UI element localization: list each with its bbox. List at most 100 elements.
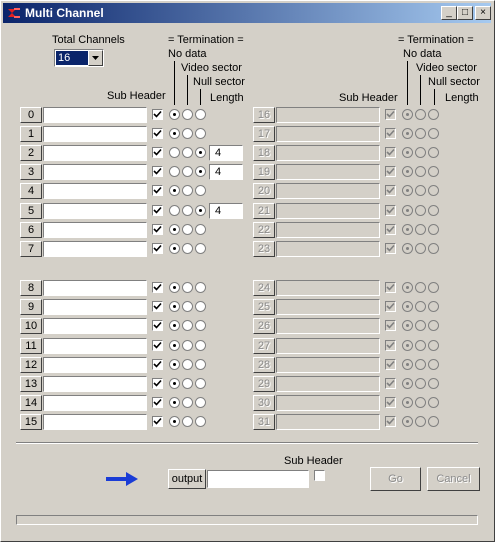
output-field[interactable] (207, 470, 309, 488)
channel-button-disabled[interactable]: 26 (253, 318, 275, 334)
channel-sub-header-field[interactable] (43, 280, 147, 296)
termination-radio[interactable] (182, 147, 193, 158)
channel-button[interactable]: 4 (20, 183, 42, 199)
termination-radio-disabled[interactable] (415, 416, 426, 427)
channel-sub-header-checkbox[interactable] (152, 128, 163, 139)
channel-sub-header-checkbox[interactable] (152, 147, 163, 158)
termination-radio[interactable] (195, 359, 206, 370)
cancel-button[interactable]: Cancel (427, 467, 480, 491)
channel-sub-header-field-disabled[interactable] (276, 357, 380, 373)
termination-radio-disabled[interactable] (402, 166, 413, 177)
termination-radio[interactable] (169, 185, 180, 196)
termination-radio[interactable] (195, 301, 206, 312)
channel-sub-header-checkbox-disabled[interactable] (385, 128, 396, 139)
termination-radio[interactable] (195, 397, 206, 408)
channel-button-disabled[interactable]: 16 (253, 107, 275, 123)
channel-sub-header-field-disabled[interactable] (276, 318, 380, 334)
channel-sub-header-checkbox-disabled[interactable] (385, 224, 396, 235)
termination-radio[interactable] (195, 282, 206, 293)
termination-radio-disabled[interactable] (415, 128, 426, 139)
channel-sub-header-field-disabled[interactable] (276, 395, 380, 411)
channel-button-disabled[interactable]: 21 (253, 203, 275, 219)
termination-radio[interactable] (169, 128, 180, 139)
termination-radio[interactable] (169, 416, 180, 427)
channel-sub-header-checkbox-disabled[interactable] (385, 147, 396, 158)
total-channels-select[interactable]: 16 (54, 49, 104, 67)
termination-radio[interactable] (182, 301, 193, 312)
termination-radio-disabled[interactable] (415, 185, 426, 196)
termination-radio-disabled[interactable] (402, 243, 413, 254)
termination-radio-disabled[interactable] (415, 205, 426, 216)
termination-radio[interactable] (182, 243, 193, 254)
channel-button-disabled[interactable]: 29 (253, 376, 275, 392)
channel-sub-header-checkbox[interactable] (152, 282, 163, 293)
termination-radio-disabled[interactable] (402, 320, 413, 331)
channel-sub-header-field-disabled[interactable] (276, 164, 380, 180)
channel-sub-header-field[interactable] (43, 164, 147, 180)
termination-radio-disabled[interactable] (402, 109, 413, 120)
channel-sub-header-checkbox-disabled[interactable] (385, 109, 396, 120)
termination-radio-disabled[interactable] (402, 185, 413, 196)
channel-button-disabled[interactable]: 17 (253, 126, 275, 142)
channel-button[interactable]: 5 (20, 203, 42, 219)
termination-radio-disabled[interactable] (428, 282, 439, 293)
termination-radio-disabled[interactable] (402, 128, 413, 139)
channel-button-disabled[interactable]: 22 (253, 222, 275, 238)
channel-button-disabled[interactable]: 27 (253, 338, 275, 354)
termination-radio-disabled[interactable] (415, 320, 426, 331)
termination-radio[interactable] (169, 224, 180, 235)
channel-sub-header-checkbox-disabled[interactable] (385, 282, 396, 293)
termination-radio-disabled[interactable] (428, 320, 439, 331)
channel-sub-header-field-disabled[interactable] (276, 126, 380, 142)
channel-button[interactable]: 13 (20, 376, 42, 392)
termination-radio-disabled[interactable] (415, 340, 426, 351)
termination-radio-disabled[interactable] (428, 166, 439, 177)
channel-button-disabled[interactable]: 18 (253, 145, 275, 161)
channel-sub-header-checkbox-disabled[interactable] (385, 397, 396, 408)
channel-sub-header-field-disabled[interactable] (276, 241, 380, 257)
termination-radio-disabled[interactable] (415, 378, 426, 389)
termination-radio[interactable] (195, 109, 206, 120)
channel-sub-header-checkbox[interactable] (152, 109, 163, 120)
channel-sub-header-field[interactable] (43, 376, 147, 392)
channel-button-disabled[interactable]: 20 (253, 183, 275, 199)
termination-radio[interactable] (169, 243, 180, 254)
termination-radio[interactable] (169, 340, 180, 351)
termination-radio[interactable] (169, 205, 180, 216)
channel-sub-header-checkbox[interactable] (152, 416, 163, 427)
termination-radio-disabled[interactable] (428, 243, 439, 254)
termination-radio-disabled[interactable] (415, 282, 426, 293)
channel-sub-header-checkbox-disabled[interactable] (385, 205, 396, 216)
channel-sub-header-checkbox[interactable] (152, 359, 163, 370)
channel-sub-header-field-disabled[interactable] (276, 338, 380, 354)
channel-sub-header-field-disabled[interactable] (276, 299, 380, 315)
channel-button[interactable]: 2 (20, 145, 42, 161)
termination-radio-disabled[interactable] (402, 282, 413, 293)
channel-sub-header-checkbox[interactable] (152, 185, 163, 196)
termination-radio[interactable] (169, 282, 180, 293)
termination-radio-disabled[interactable] (428, 147, 439, 158)
channel-sub-header-checkbox[interactable] (152, 301, 163, 312)
termination-radio-disabled[interactable] (428, 128, 439, 139)
channel-sub-header-checkbox-disabled[interactable] (385, 166, 396, 177)
channel-sub-header-checkbox-disabled[interactable] (385, 378, 396, 389)
termination-radio-disabled[interactable] (428, 378, 439, 389)
termination-radio[interactable] (195, 166, 206, 177)
channel-sub-header-checkbox-disabled[interactable] (385, 359, 396, 370)
termination-radio-disabled[interactable] (415, 301, 426, 312)
termination-radio-disabled[interactable] (402, 340, 413, 351)
termination-radio[interactable] (169, 166, 180, 177)
termination-radio[interactable] (169, 359, 180, 370)
termination-radio-disabled[interactable] (402, 224, 413, 235)
channel-sub-header-field[interactable] (43, 395, 147, 411)
termination-radio[interactable] (182, 166, 193, 177)
termination-radio[interactable] (182, 109, 193, 120)
termination-radio[interactable] (182, 416, 193, 427)
channel-sub-header-field-disabled[interactable] (276, 414, 380, 430)
minimize-button[interactable]: _ (441, 6, 457, 20)
termination-radio-disabled[interactable] (428, 301, 439, 312)
channel-sub-header-field[interactable] (43, 338, 147, 354)
channel-button[interactable]: 14 (20, 395, 42, 411)
termination-radio[interactable] (169, 109, 180, 120)
termination-radio-disabled[interactable] (415, 224, 426, 235)
